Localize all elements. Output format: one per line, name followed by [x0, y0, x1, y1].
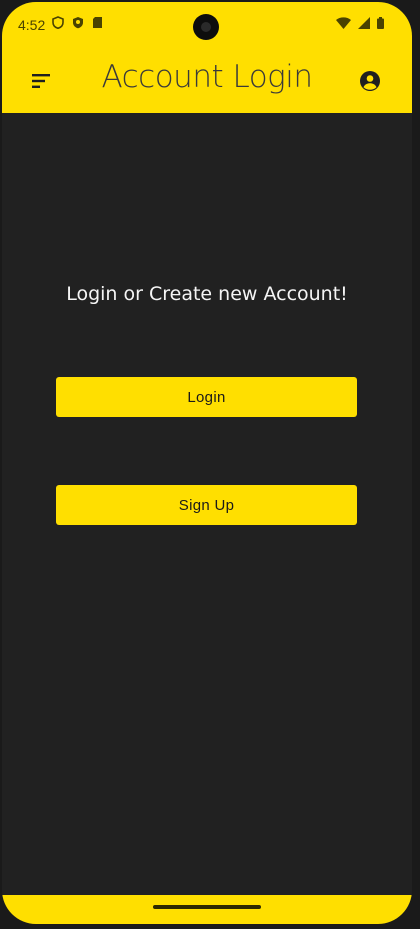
status-bar: 4:52 [2, 2, 412, 52]
account-circle-icon [360, 71, 380, 91]
login-button[interactable]: Login [56, 377, 357, 417]
front-camera [193, 14, 219, 40]
signup-button[interactable]: Sign Up [56, 485, 357, 525]
shield-outline-icon [52, 16, 64, 29]
battery-icon [377, 17, 384, 29]
phone-screen: 4:52 Account Login Login or Create new A… [2, 2, 412, 924]
main-content: Login or Create new Account! Login Sign … [2, 113, 412, 895]
login-prompt: Login or Create new Account! [66, 283, 348, 305]
shield-filled-icon [73, 17, 83, 29]
navigation-bar [2, 895, 412, 924]
status-icons-right [336, 17, 384, 29]
app-bar: Account Login [2, 52, 412, 113]
wifi-icon [336, 17, 351, 29]
sim-card-icon [93, 17, 102, 28]
cell-signal-icon [358, 17, 370, 29]
page-title: Account Login [101, 59, 313, 95]
account-button[interactable] [358, 69, 382, 93]
gesture-handle[interactable] [153, 905, 261, 909]
status-icons-left [52, 16, 103, 29]
status-time: 4:52 [18, 17, 46, 33]
